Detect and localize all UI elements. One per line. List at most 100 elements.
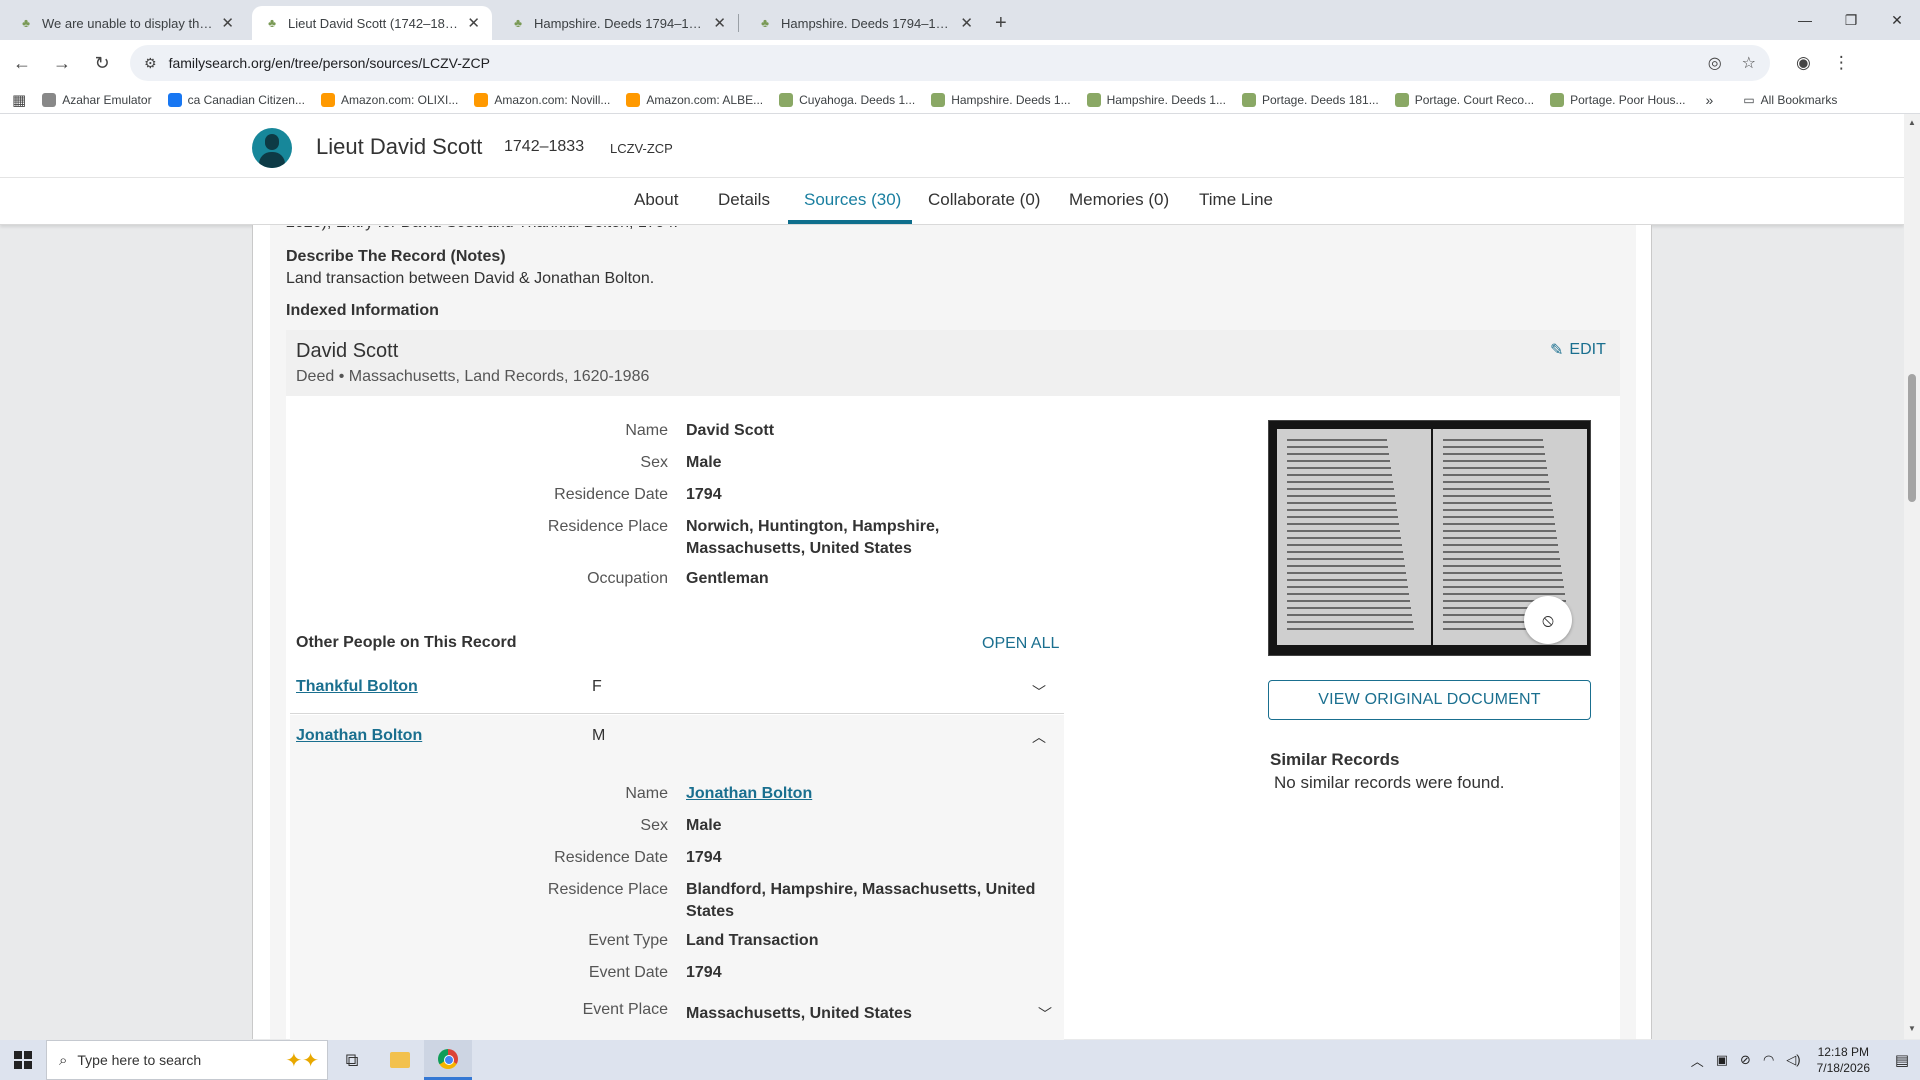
chevron-down-icon[interactable]: ﹀ — [1032, 682, 1046, 702]
chevron-up-icon[interactable]: ︿ — [1032, 727, 1046, 747]
other-person-name-link[interactable]: Jonathan Bolton — [296, 727, 422, 745]
view-original-document-button[interactable]: VIEW ORIGINAL DOCUMENT — [1268, 680, 1591, 720]
tab-about[interactable]: About — [634, 190, 678, 220]
browser-tab-1[interactable]: ♣ We are unable to display the re ✕ — [6, 6, 246, 40]
open-all-button[interactable]: OPEN ALL — [982, 635, 1059, 653]
bookmark-item[interactable]: Hampshire. Deeds 1... — [1086, 92, 1226, 107]
tab-details[interactable]: Details — [718, 190, 770, 220]
chrome-icon[interactable] — [424, 1040, 472, 1080]
tree-favicon-icon: ♣ — [761, 16, 769, 30]
bookmark-favicon-icon — [626, 92, 641, 107]
bookmark-item[interactable]: Amazon.com: ALBE... — [626, 92, 763, 107]
browser-tab-4[interactable]: ♣ Hampshire. Deeds 1794–1795 ✕ — [745, 6, 985, 40]
document-text-line — [1287, 467, 1391, 469]
bookmark-star-icon[interactable]: ☆ — [1742, 53, 1756, 73]
document-text-line — [1287, 537, 1401, 539]
bookmark-item[interactable]: Portage. Court Reco... — [1394, 92, 1534, 107]
jonathan-name-link[interactable]: Jonathan Bolton — [686, 783, 1056, 805]
notes-text: Land transaction between David & Jonatha… — [286, 270, 655, 287]
bookmark-item[interactable]: ca Canadian Citizen... — [167, 92, 305, 107]
volume-icon[interactable]: ◁) — [1786, 1052, 1800, 1068]
person-tabs: About Details Sources (30) Collaborate (… — [0, 178, 1904, 225]
field-label-residence-place: Residence Place — [547, 518, 668, 535]
field-value-occupation: Gentleman — [686, 570, 769, 587]
clock-date: 7/18/2026 — [1816, 1061, 1870, 1075]
bookmark-favicon-icon — [1550, 92, 1565, 107]
restore-icon[interactable]: ❐ — [1828, 0, 1874, 40]
forward-arrow-icon[interactable]: → — [44, 45, 80, 81]
document-text-line — [1287, 495, 1395, 497]
tab-close-icon[interactable]: ✕ — [221, 14, 234, 32]
page-scrollbar[interactable]: ▲ ▼ — [1904, 114, 1920, 1039]
scrollbar-thumb[interactable] — [1908, 374, 1916, 502]
field-label-residence-date: Residence Date — [554, 849, 668, 866]
notification-icon[interactable]: ▤ — [1884, 1040, 1920, 1080]
omnibox-actions: ◎ ☆ — [1708, 53, 1756, 73]
taskbar-search[interactable]: ⌕ Type here to search ✦✦ — [46, 1040, 328, 1080]
bookmark-item[interactable]: Azahar Emulator — [42, 92, 152, 107]
tab-memories[interactable]: Memories (0) — [1069, 190, 1169, 220]
document-text-line — [1287, 502, 1396, 504]
document-text-line — [1443, 502, 1552, 504]
bookmark-item[interactable]: Portage. Deeds 181... — [1241, 92, 1379, 107]
bookmark-item[interactable]: Amazon.com: Novill... — [474, 92, 610, 107]
document-text-line — [1443, 551, 1559, 553]
reload-icon[interactable]: ↻ — [84, 45, 120, 81]
wifi-icon[interactable]: ◠ — [1763, 1052, 1774, 1068]
document-text-line — [1287, 628, 1414, 630]
person-lifespan: 1742–1833 — [504, 138, 585, 155]
restricted-image-icon: ⦸ — [1524, 596, 1572, 644]
eye-off-icon[interactable]: ◎ — [1708, 53, 1722, 73]
profile-icon[interactable]: ◉ — [1796, 53, 1811, 73]
site-settings-icon[interactable]: ⚙ — [144, 55, 157, 72]
tab-timeline[interactable]: Time Line — [1199, 190, 1273, 220]
document-text-line — [1287, 593, 1409, 595]
menu-kebab-icon[interactable]: ⋮ — [1833, 53, 1850, 73]
tab-close-icon[interactable]: ✕ — [713, 14, 726, 32]
minimize-icon[interactable]: — — [1782, 0, 1828, 40]
tree-favicon-icon: ♣ — [514, 16, 522, 30]
tab-sources[interactable]: Sources (30) — [804, 190, 901, 220]
active-tab-indicator — [788, 220, 912, 224]
bookmark-item[interactable]: Hampshire. Deeds 1... — [931, 92, 1071, 107]
bookmark-item[interactable]: Amazon.com: OLIXI... — [320, 92, 458, 107]
tray-chevron-up-icon[interactable]: ︿ — [1691, 1051, 1704, 1070]
close-window-icon[interactable]: ✕ — [1874, 0, 1920, 40]
network-offline-icon[interactable]: ⊘ — [1740, 1052, 1751, 1068]
tab-collaborate[interactable]: Collaborate (0) — [928, 190, 1040, 220]
person-header: Lieut David Scott 1742–1833 LCZV-ZCP — [0, 114, 1904, 178]
document-text-line — [1443, 516, 1554, 518]
new-tab-plus-icon[interactable]: + — [995, 6, 1007, 40]
other-person-name-link[interactable]: Thankful Bolton — [296, 678, 418, 696]
url-bar[interactable]: ⚙ familysearch.org/en/tree/person/source… — [130, 45, 1770, 81]
bookmark-item[interactable]: Cuyahoga. Deeds 1... — [779, 92, 915, 107]
all-bookmarks-button[interactable]: ▭ All Bookmarks — [1743, 93, 1837, 107]
tab-close-icon[interactable]: ✕ — [960, 14, 973, 32]
bookmark-item[interactable]: Portage. Poor Hous... — [1550, 92, 1686, 107]
browser-tab-2[interactable]: ♣ Lieut David Scott (1742–1833) · ✕ — [252, 6, 492, 40]
document-text-line — [1443, 439, 1543, 441]
browser-tab-3[interactable]: ♣ Hampshire. Deeds 1794–1795 ✕ — [498, 6, 738, 40]
clock[interactable]: 12:18 PM 7/18/2026 — [1817, 1044, 1870, 1076]
back-arrow-icon[interactable]: ← — [4, 45, 40, 81]
bookmarks-more-icon[interactable]: » — [1706, 92, 1714, 108]
edit-button[interactable]: ✎ EDIT — [1550, 340, 1606, 360]
apps-grid-icon[interactable]: ▦ — [12, 91, 26, 109]
document-text-line — [1443, 460, 1546, 462]
scroll-down-arrow-icon[interactable]: ▼ — [1908, 1024, 1916, 1033]
meet-now-icon[interactable]: ▣ — [1716, 1052, 1728, 1068]
document-text-line — [1287, 488, 1394, 490]
bookmark-label: Hampshire. Deeds 1... — [951, 92, 1071, 107]
field-label-residence-place: Residence Place — [547, 881, 668, 898]
bookmark-favicon-icon — [1241, 92, 1256, 107]
start-button[interactable] — [0, 1040, 46, 1080]
file-explorer-icon[interactable] — [376, 1040, 424, 1080]
task-view-icon[interactable]: ⧉ — [328, 1040, 376, 1080]
chevron-down-icon[interactable]: ﹀ — [1038, 1004, 1052, 1024]
document-text-line — [1443, 586, 1564, 588]
avatar-head-shape — [265, 134, 279, 150]
scroll-up-arrow-icon[interactable]: ▲ — [1908, 118, 1916, 127]
list-item[interactable]: Thankful Bolton F ﹀ — [290, 666, 1064, 714]
document-text-line — [1443, 558, 1560, 560]
tab-close-icon[interactable]: ✕ — [467, 14, 480, 32]
